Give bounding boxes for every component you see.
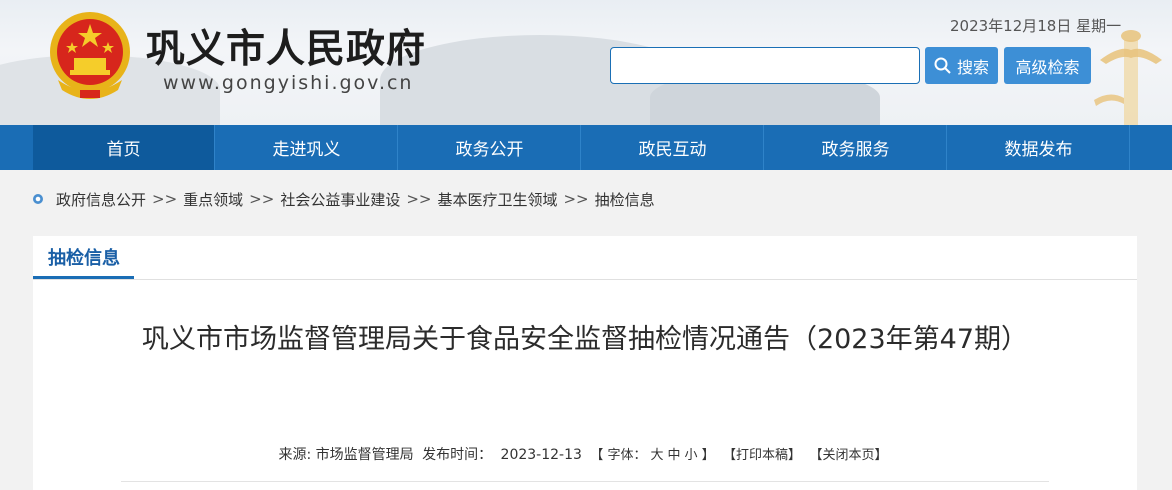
nav-item-government-affairs[interactable]: 政务公开 xyxy=(399,125,581,170)
breadcrumb-link[interactable]: 政府信息公开 xyxy=(56,189,146,210)
site-header: 巩义市人民政府 www.gongyishi.gov.cn 2023年12月18日… xyxy=(0,0,1172,125)
breadcrumb-link[interactable]: 社会公益事业建设 xyxy=(280,189,400,210)
nav-item-data-release[interactable]: 数据发布 xyxy=(948,125,1130,170)
location-dot-icon xyxy=(33,194,43,204)
main-nav: 首页 走进巩义 政务公开 政民互动 政务服务 数据发布 xyxy=(0,125,1172,170)
nav-item-interaction[interactable]: 政民互动 xyxy=(582,125,764,170)
huabiao-column-decoration xyxy=(1094,30,1162,125)
nav-item-about-gongyi[interactable]: 走进巩义 xyxy=(216,125,398,170)
font-size-large-link[interactable]: 大 xyxy=(651,448,664,463)
site-name: 巩义市人民政府 xyxy=(146,27,427,72)
publish-label: 发布时间： xyxy=(422,447,493,463)
breadcrumb-current[interactable]: 抽检信息 xyxy=(595,189,655,210)
print-link[interactable]: 【打印本稿】 xyxy=(723,448,801,463)
breadcrumb-separator: >> xyxy=(406,190,432,208)
breadcrumb-separator: >> xyxy=(563,190,589,208)
search-button-label: 搜索 xyxy=(956,57,989,77)
meta-divider xyxy=(121,481,1049,482)
font-size-label: 【 字体： xyxy=(590,448,647,463)
font-size-small-link[interactable]: 小 xyxy=(685,448,698,463)
section-tab-underline xyxy=(33,276,134,279)
national-emblem-logo xyxy=(50,12,130,99)
site-domain: www.gongyishi.gov.cn xyxy=(163,72,414,94)
advanced-search-button[interactable]: 高级检索 xyxy=(1004,47,1091,84)
search-input[interactable] xyxy=(610,47,920,84)
section-header: 抽检信息 xyxy=(33,236,1137,280)
font-size-close-bracket: 】 xyxy=(701,448,715,463)
breadcrumb-link[interactable]: 基本医疗卫生领域 xyxy=(437,189,557,210)
breadcrumb-separator: >> xyxy=(249,190,275,208)
breadcrumb: 政府信息公开 >> 重点领域 >> 社会公益事业建设 >> 基本医疗卫生领域 >… xyxy=(32,188,655,210)
article-meta: 来源: 市场监督管理局 发布时间： 2023-12-13 【 字体： 大中小】 【… xyxy=(33,444,1137,464)
search-icon xyxy=(934,57,951,74)
close-page-link[interactable]: 【关闭本页】 xyxy=(810,448,888,463)
nav-item-home[interactable]: 首页 xyxy=(33,125,215,170)
breadcrumb-separator: >> xyxy=(152,190,178,208)
font-size-medium-link[interactable]: 中 xyxy=(668,448,681,463)
section-tab[interactable]: 抽检信息 xyxy=(48,244,120,270)
breadcrumb-link[interactable]: 重点领域 xyxy=(183,189,243,210)
article-card: 抽检信息 巩义市市场监督管理局关于食品安全监督抽检情况通告（2023年第47期）… xyxy=(33,236,1137,490)
search-button[interactable]: 搜索 xyxy=(925,47,998,84)
publish-date: 2023-12-13 xyxy=(500,447,582,463)
article-title: 巩义市市场监督管理局关于食品安全监督抽检情况通告（2023年第47期） xyxy=(141,324,1029,355)
article-source: 来源: 市场监督管理局 xyxy=(278,447,414,463)
nav-item-services[interactable]: 政务服务 xyxy=(765,125,947,170)
